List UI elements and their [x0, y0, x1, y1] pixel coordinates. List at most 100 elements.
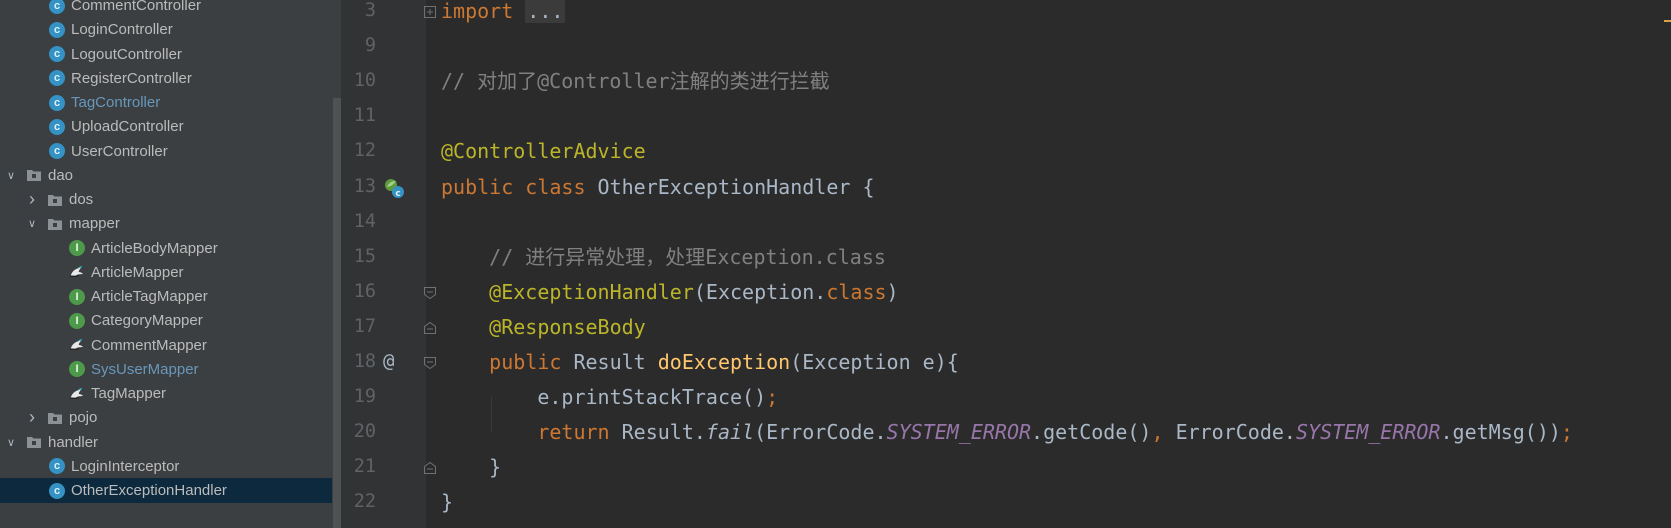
- tree-item-articlebodymapper[interactable]: I ArticleBodyMapper: [0, 236, 332, 261]
- code-line[interactable]: public class OtherExceptionHandler {: [441, 169, 875, 205]
- chevron-down-icon[interactable]: ∨: [25, 217, 39, 230]
- line-number: 13: [353, 175, 376, 197]
- tree-item-label: ArticleBodyMapper: [91, 239, 218, 257]
- folder-icon: [47, 410, 63, 426]
- code-line[interactable]: }: [441, 449, 501, 485]
- fold-expand-icon[interactable]: [423, 4, 437, 18]
- code-token: public class: [441, 174, 598, 199]
- tree-item-uploadcontroller[interactable]: c UploadController: [0, 114, 332, 139]
- tree-item-otherexceptionhandler[interactable]: c OtherExceptionHandler: [0, 478, 332, 503]
- chevron-right-icon[interactable]: ›: [25, 189, 39, 210]
- tree-item-label: CommentController: [71, 0, 202, 14]
- code-line[interactable]: public Result doException(Exception e){: [441, 344, 959, 380]
- code-token[interactable]: ...: [525, 0, 566, 23]
- code-token: public: [489, 350, 574, 374]
- code-line[interactable]: // 对加了@Controller注解的类进行拦截: [441, 63, 830, 99]
- line-number: 19: [353, 386, 376, 408]
- warning-stripe-marker[interactable]: [1664, 20, 1671, 22]
- code-token: doException: [657, 350, 791, 374]
- tree-item-label: TagMapper: [91, 385, 167, 402]
- line-number: 15: [353, 245, 376, 267]
- tree-item-dos[interactable]: › dos: [0, 187, 332, 212]
- code-token: Result.: [621, 420, 706, 445]
- code-line[interactable]: @ResponseBody: [441, 309, 646, 345]
- tree-item-label: OtherExceptionHandler: [71, 482, 227, 499]
- code-line[interactable]: e.printStackTrace();: [441, 379, 778, 415]
- tree-item-label: UploadController: [71, 118, 184, 136]
- interface-icon: I: [69, 288, 85, 305]
- mybatis-icon: [69, 386, 85, 402]
- tree-item-tagcontroller[interactable]: c TagController: [0, 90, 332, 115]
- tree-item-label: LoginController: [71, 21, 173, 39]
- tree-item-articlemapper[interactable]: ArticleMapper: [0, 260, 332, 285]
- fold-collapse-icon[interactable]: [423, 320, 437, 334]
- line-number: 12: [353, 140, 376, 162]
- code-token: }: [441, 455, 502, 480]
- code-token: SYSTEM_ERROR: [1295, 420, 1441, 445]
- tree-item-label: RegisterController: [71, 69, 192, 87]
- code-line[interactable]: @ControllerAdvice: [441, 133, 646, 169]
- code-line[interactable]: }: [441, 484, 453, 520]
- code-line[interactable]: return Result.fail(ErrorCode.SYSTEM_ERRO…: [441, 414, 1573, 450]
- tree-item-articletagmapper[interactable]: I ArticleTagMapper: [0, 284, 332, 309]
- tree-item-usercontroller[interactable]: c UserController: [0, 139, 332, 164]
- tree-item-categorymapper[interactable]: I CategoryMapper: [0, 308, 332, 333]
- line-number: 11: [353, 105, 376, 127]
- code-token: (Exception e){: [790, 350, 959, 374]
- tree-item-registercontroller[interactable]: c RegisterController: [0, 66, 332, 91]
- chevron-down-icon[interactable]: ∨: [4, 436, 18, 449]
- spring-bean-gutter-icon[interactable]: c: [383, 177, 405, 203]
- tree-item-label: mapper: [69, 215, 120, 233]
- tree-item-label: SysUserMapper: [91, 360, 199, 378]
- tree-item-handler[interactable]: ∨ handler: [0, 430, 332, 455]
- tree-item-commentmapper[interactable]: CommentMapper: [0, 333, 332, 358]
- code-token: @ControllerAdvice: [441, 139, 646, 164]
- tree-item-logininterceptor[interactable]: c LoginInterceptor: [0, 454, 332, 479]
- code-token: .getMsg()): [1440, 420, 1561, 445]
- code-token: class: [826, 279, 887, 304]
- class-icon: c: [49, 482, 65, 499]
- fold-collapse-icon[interactable]: [423, 355, 437, 370]
- tree-item-commentcontroller[interactable]: c CommentController: [0, 0, 332, 18]
- tree-item-label: ArticleMapper: [91, 263, 184, 281]
- code-token: ErrorCode.: [1175, 420, 1296, 445]
- fold-collapse-icon[interactable]: [423, 460, 437, 475]
- code-token: return: [537, 420, 622, 445]
- tree-item-label: LogoutController: [71, 45, 182, 63]
- tree-item-logincontroller[interactable]: c LoginController: [0, 17, 332, 42]
- tree-item-label: UserController: [71, 142, 168, 160]
- tree-item-label: CommentMapper: [91, 336, 207, 354]
- code-token: // 对加了@Controller注解的类进行拦截: [441, 69, 830, 94]
- folder-icon: [47, 216, 63, 232]
- chevron-right-icon[interactable]: ›: [25, 407, 39, 428]
- code-line[interactable]: @ExceptionHandler(Exception.class): [441, 274, 898, 310]
- code-line[interactable]: // 进行异常处理，处理Exception.class: [441, 239, 886, 275]
- folder-icon: [47, 192, 63, 208]
- folder-icon: [26, 434, 42, 450]
- code-line[interactable]: import ...: [441, 0, 566, 29]
- fold-collapse-icon[interactable]: [423, 285, 437, 299]
- tree-item-label: CategoryMapper: [91, 312, 203, 330]
- tree-item-label: TagController: [71, 94, 161, 111]
- class-icon: c: [49, 0, 65, 14]
- chevron-down-icon[interactable]: ∨: [4, 169, 18, 182]
- interface-icon: I: [69, 361, 85, 378]
- override-marker-icon[interactable]: @: [383, 350, 394, 372]
- tree-item-pojo[interactable]: › pojo: [0, 405, 332, 430]
- tree-item-label: pojo: [69, 409, 98, 427]
- tree-item-dao[interactable]: ∨ dao: [0, 163, 332, 188]
- line-number: 10: [353, 70, 376, 92]
- tree-item-tagmapper[interactable]: TagMapper: [0, 381, 332, 406]
- line-number: 18: [353, 351, 376, 372]
- class-icon: c: [49, 118, 65, 135]
- tree-item-sysusermapper[interactable]: I SysUserMapper: [0, 357, 332, 382]
- code-token: @ResponseBody: [489, 314, 646, 339]
- code-token: ;: [766, 385, 779, 410]
- tree-item-mapper[interactable]: ∨ mapper: [0, 211, 332, 236]
- tree-item-label: ArticleTagMapper: [91, 288, 208, 305]
- project-tree-scrollbar[interactable]: [333, 98, 341, 528]
- tree-item-logoutcontroller[interactable]: c LogoutController: [0, 42, 332, 67]
